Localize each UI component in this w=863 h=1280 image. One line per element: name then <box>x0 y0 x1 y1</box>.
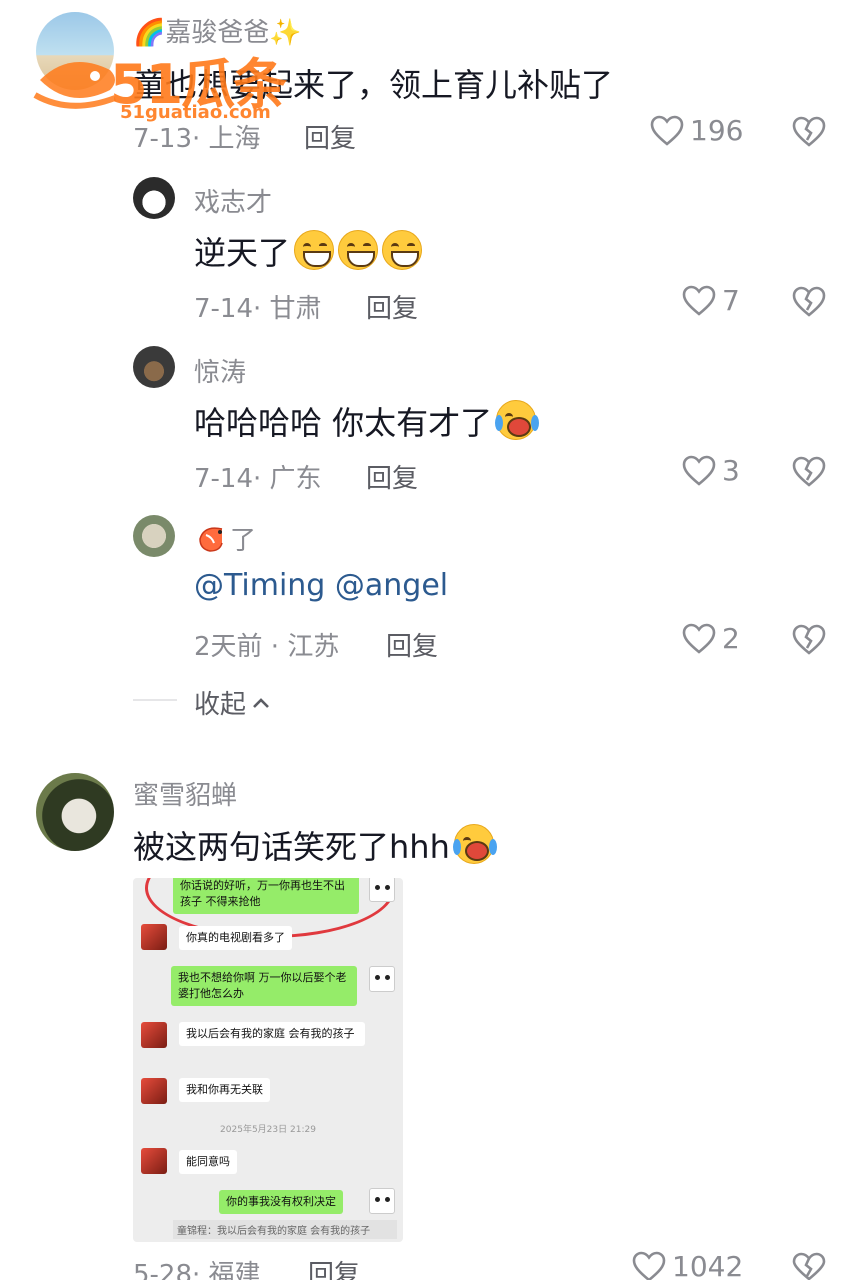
chat-timestamp: 2025年5月23日 21:29 <box>220 1125 316 1135</box>
dislike-button[interactable] <box>792 624 826 656</box>
like-count: 7 <box>722 284 740 317</box>
broken-heart-icon <box>792 456 826 487</box>
grin-emoji-icon <box>294 230 335 270</box>
broken-heart-icon <box>792 624 826 655</box>
chat-avatar <box>141 1148 167 1174</box>
like-count: 3 <box>722 454 740 487</box>
crying-laughing-emoji-icon <box>495 400 540 440</box>
chat-bubble: 你话说的好听，万一你再也生不出孩子 不得来抢他 <box>173 878 359 914</box>
panda-avatar-icon <box>369 1188 395 1214</box>
like-count: 1042 <box>672 1250 744 1280</box>
chat-avatar <box>141 1022 167 1048</box>
dislike-button[interactable] <box>792 286 826 318</box>
reply-button[interactable]: 回复 <box>308 1254 360 1280</box>
comment-text: 逆天了 <box>194 228 423 274</box>
collapse-label: 收起 <box>194 690 247 720</box>
dislike-button[interactable] <box>792 1252 826 1280</box>
avatar[interactable] <box>133 177 175 219</box>
chat-bubble: 能同意吗 <box>179 1150 237 1174</box>
comment-date-location: 7-14· 广东 <box>194 464 322 494</box>
avatar[interactable] <box>36 773 114 851</box>
heart-icon <box>650 115 684 146</box>
comment-date-location: 7-14· 甘肃 <box>194 294 322 324</box>
watermark-url: 51guatiao.com <box>120 102 271 123</box>
comment-username[interactable]: 惊涛 <box>194 352 246 389</box>
grin-emoji-icon <box>382 230 423 270</box>
watermark-logo: 51瓜条 51guatiao.com <box>30 30 330 130</box>
dislike-button[interactable] <box>792 456 826 488</box>
comment-text: 哈哈哈哈 你太有才了 <box>194 398 540 444</box>
like-button[interactable]: 2 <box>682 622 740 655</box>
chat-bubble: 你真的电视剧看多了 <box>179 926 292 950</box>
avatar[interactable] <box>133 346 175 388</box>
mention-link[interactable]: @Timing @angel <box>194 568 448 603</box>
like-count: 2 <box>722 622 740 655</box>
chat-bubble: 我也不想给你啊 万一你以后娶个老婆打他怎么办 <box>171 966 357 1006</box>
comment-username[interactable]: 戏志才 <box>194 182 272 219</box>
comment-text: 被这两句话笑死了hhh <box>133 822 497 868</box>
dislike-button[interactable] <box>792 116 826 148</box>
like-count: 196 <box>690 114 744 147</box>
like-button[interactable]: 196 <box>650 114 743 147</box>
broken-heart-icon <box>792 1252 826 1280</box>
reply-button[interactable]: 回复 <box>366 288 418 325</box>
quoted-message: 童锦程：我以后会有我的家庭 会有我的孩子 <box>173 1220 397 1239</box>
chat-bubble: 你的事我没有权利决定 <box>219 1190 343 1214</box>
panda-avatar-icon <box>369 878 395 902</box>
chat-avatar <box>141 924 167 950</box>
heart-icon <box>682 623 716 654</box>
chat-avatar <box>141 1078 167 1104</box>
heart-icon <box>682 455 716 486</box>
shrimp-icon <box>194 523 230 555</box>
comment-username[interactable]: 了 <box>194 520 256 557</box>
chevron-up-icon <box>253 697 269 708</box>
like-button[interactable]: 7 <box>682 284 740 317</box>
comment-date-location: 2天前 · 江苏 <box>194 632 340 662</box>
chat-bubble: 我和你再无关联 <box>179 1078 270 1102</box>
reply-button[interactable]: 回复 <box>366 458 418 495</box>
comment-date-location: 5-28· 福建 <box>133 1260 261 1280</box>
like-button[interactable]: 1042 <box>632 1250 743 1280</box>
panda-avatar-icon <box>369 966 395 992</box>
collapse-divider <box>133 699 177 701</box>
grin-emoji-icon <box>338 230 379 270</box>
crying-laughing-emoji-icon <box>452 824 497 864</box>
broken-heart-icon <box>792 286 826 317</box>
avatar[interactable] <box>133 515 175 557</box>
like-button[interactable]: 3 <box>682 454 740 487</box>
heart-icon <box>632 1251 666 1280</box>
heart-icon <box>682 285 716 316</box>
chat-bubble: 我以后会有我的家庭 会有我的孩子 <box>179 1022 365 1046</box>
broken-heart-icon <box>792 116 826 147</box>
comment-username[interactable]: 蜜雪貂蝉 <box>133 775 237 812</box>
attached-chat-screenshot[interactable]: 你话说的好听，万一你再也生不出孩子 不得来抢他 你真的电视剧看多了 我也不想给你… <box>133 878 403 1242</box>
collapse-replies-button[interactable]: 收起 <box>194 684 270 721</box>
reply-button[interactable]: 回复 <box>386 626 438 663</box>
